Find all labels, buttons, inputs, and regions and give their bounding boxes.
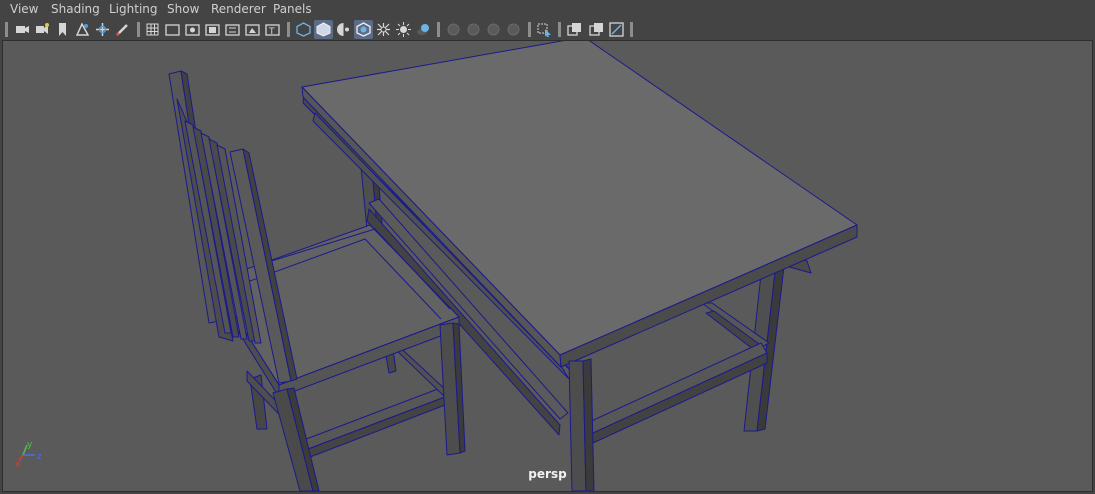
motion-blur-icon[interactable] [464, 20, 483, 39]
chair-leg-front-right [439, 322, 466, 456]
chair-backrest [168, 70, 298, 384]
multisample-aa-icon[interactable] [484, 20, 503, 39]
bookmark-icon[interactable] [53, 20, 72, 39]
toolbar-group-separator [437, 22, 440, 37]
screen-space-ao-icon[interactable] [444, 20, 463, 39]
camera-attributes-icon[interactable] [33, 20, 52, 39]
panel-toolbar: T [0, 19, 1095, 40]
axis-y-label: y [27, 440, 33, 450]
toolbar-group-separator [5, 22, 8, 37]
toolbar-group-separator [630, 22, 633, 37]
shadows-icon[interactable] [414, 20, 433, 39]
select-camera-icon[interactable] [13, 20, 32, 39]
table-stretcher-front [573, 342, 768, 449]
resolution-gate-icon[interactable] [183, 20, 202, 39]
gate-mask-icon[interactable] [203, 20, 222, 39]
chair-stretcher-front [300, 386, 446, 460]
toolbar-group-separator [528, 22, 531, 37]
film-gate-icon[interactable] [163, 20, 182, 39]
smooth-shade-icon[interactable] [314, 20, 333, 39]
xray-joints-icon[interactable] [565, 20, 584, 39]
axis-gizmo: y x z [15, 439, 55, 473]
safe-action-icon[interactable] [243, 20, 262, 39]
menu-shading[interactable]: Shading [51, 2, 100, 16]
gamma-icon[interactable] [607, 20, 626, 39]
toolbar-group-separator [287, 22, 290, 37]
menu-show[interactable]: Show [167, 2, 199, 16]
camera-name-label: persp [528, 467, 567, 481]
axis-x-label: x [15, 460, 21, 469]
2d-pan-zoom-icon[interactable] [93, 20, 112, 39]
isolate-select-icon[interactable] [535, 20, 554, 39]
panel-menu-bar: View Shading Lighting Show Renderer Panels [0, 0, 1095, 19]
field-chart-icon[interactable] [223, 20, 242, 39]
xray-icon[interactable] [374, 20, 393, 39]
wireframe-icon[interactable] [294, 20, 313, 39]
menu-panels[interactable]: Panels [273, 2, 312, 16]
image-plane-icon[interactable] [73, 20, 92, 39]
menu-view[interactable]: View [10, 2, 38, 16]
perspective-viewport[interactable]: persp y x z [2, 40, 1093, 492]
use-default-material-icon[interactable] [334, 20, 353, 39]
all-lights-icon[interactable] [394, 20, 413, 39]
grid-icon[interactable] [143, 20, 162, 39]
menu-lighting[interactable]: Lighting [109, 2, 158, 16]
svg-text:T: T [268, 27, 275, 37]
safe-title-icon[interactable]: T [263, 20, 282, 39]
grease-pencil-icon[interactable] [113, 20, 132, 39]
depth-of-field-icon[interactable] [504, 20, 523, 39]
toolbar-group-separator [137, 22, 140, 37]
menu-renderer[interactable]: Renderer [211, 2, 266, 16]
toolbar-group-separator [558, 22, 561, 37]
axis-z-label: z [37, 452, 42, 462]
scene-view[interactable] [3, 41, 1092, 491]
xray-active-components-icon[interactable] [587, 20, 606, 39]
wireframe-on-shaded-icon[interactable] [354, 20, 373, 39]
